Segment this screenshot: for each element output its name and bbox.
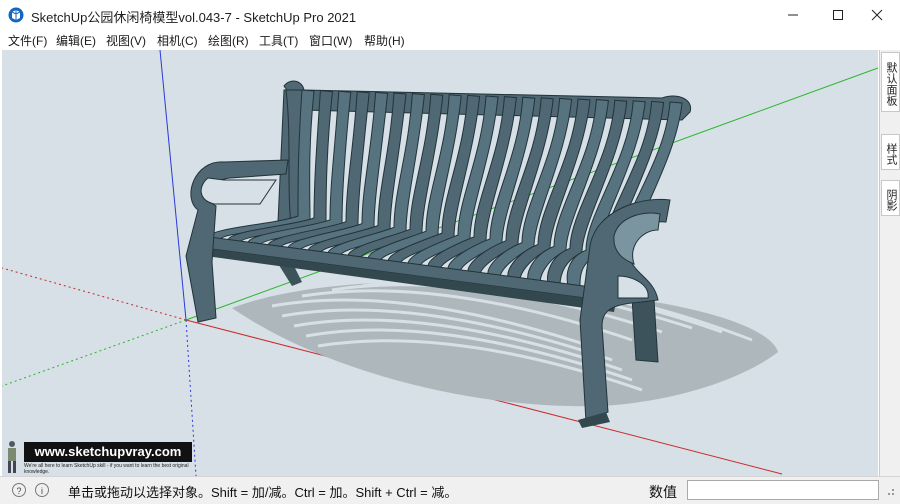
tray-tab-shadows[interactable]: 阴影 <box>881 180 900 216</box>
default-tray: 默认面板 样式 阴影 <box>879 50 900 476</box>
status-hint: 单击或拖动以选择对象。Shift = 加/减。Ctrl = 加。Shift + … <box>68 485 458 500</box>
maximize-icon <box>833 10 843 20</box>
scene-canvas[interactable] <box>2 50 878 476</box>
window-title: SketchUp公园休闲椅模型vol.043-7 - SketchUp Pro … <box>31 10 357 25</box>
minimize-icon <box>788 14 798 16</box>
model-viewport[interactable] <box>2 50 878 476</box>
menu-file[interactable]: 文件(F) <box>8 32 47 49</box>
status-bar: ? i 单击或拖动以选择对象。Shift = 加/减。Ctrl = 加。Shif… <box>0 476 900 504</box>
sketchup-logo-icon <box>8 7 24 23</box>
menu-bar: 文件(F) 编辑(E) 视图(V) 相机(C) 绘图(R) 工具(T) 窗口(W… <box>0 30 900 50</box>
tray-tab-styles[interactable]: 样式 <box>881 134 900 170</box>
resize-grip-icon[interactable] <box>884 485 896 497</box>
menu-view[interactable]: 视图(V) <box>106 32 146 49</box>
close-button[interactable] <box>854 0 900 30</box>
geolocation-icon[interactable]: ? <box>12 483 26 497</box>
menu-tools[interactable]: 工具(T) <box>259 32 298 49</box>
info-icon[interactable]: i <box>35 483 49 497</box>
bench-shadow <box>232 279 778 407</box>
watermark-url: www.sketchupvray.com <box>24 442 192 462</box>
tray-tab-default-panel[interactable]: 默认面板 <box>881 52 900 112</box>
watermark: www.sketchupvray.com We're all here to l… <box>0 440 200 476</box>
menu-draw[interactable]: 绘图(R) <box>208 32 249 49</box>
close-icon <box>871 9 883 21</box>
person-figure-icon <box>8 441 16 473</box>
menu-window[interactable]: 窗口(W) <box>309 32 352 49</box>
menu-help[interactable]: 帮助(H) <box>364 32 405 49</box>
measurements-input[interactable] <box>687 480 879 500</box>
minimize-button[interactable] <box>770 0 816 30</box>
watermark-tagline: We're all here to learn SketchUp skill -… <box>24 463 189 475</box>
menu-edit[interactable]: 编辑(E) <box>56 32 96 49</box>
menu-camera[interactable]: 相机(C) <box>157 32 198 49</box>
measurements-label: 数值 <box>649 484 677 500</box>
title-bar: SketchUp公园休闲椅模型vol.043-7 - SketchUp Pro … <box>0 0 900 30</box>
